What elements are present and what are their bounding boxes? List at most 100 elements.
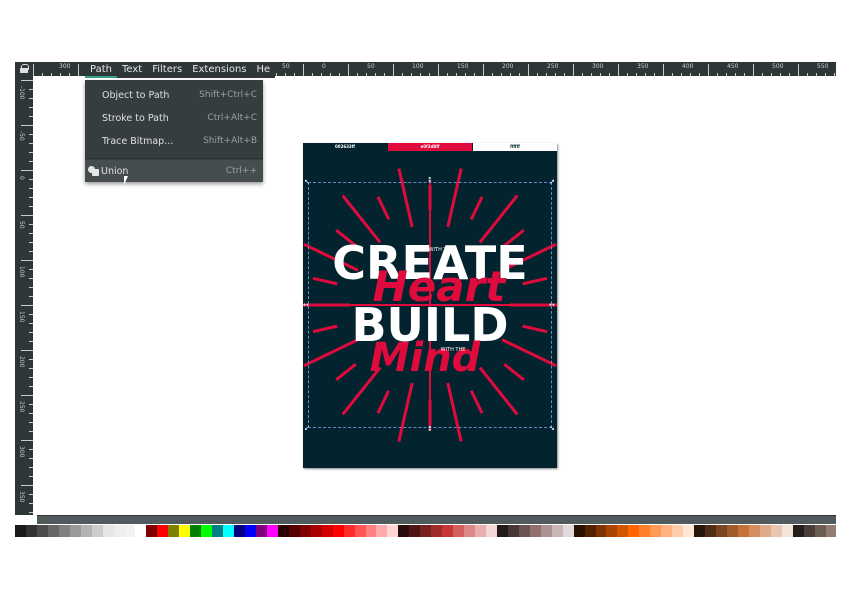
palette-swatch[interactable] [332,525,344,537]
palette-swatch[interactable] [102,525,114,537]
palette-swatch[interactable] [124,525,136,537]
palette-swatch[interactable] [36,525,48,537]
palette-swatch[interactable] [792,525,804,537]
menu-text[interactable]: Text [117,62,147,78]
menu-item-union[interactable]: Union Ctrl++ [85,160,263,182]
palette-swatch[interactable] [803,525,815,537]
palette-swatch[interactable] [737,525,749,537]
palette-swatch[interactable] [759,525,771,537]
palette-swatch[interactable] [672,525,684,537]
palette-swatch[interactable] [387,525,399,537]
palette-swatch[interactable] [705,525,716,537]
scale-handle-s[interactable]: ↕ [427,426,433,433]
menu-item-trace-bitmap[interactable]: Trace Bitmap... Shift+Alt+B [85,130,263,152]
palette-swatch[interactable] [354,525,366,537]
scale-handle-e[interactable]: ↔ [549,302,555,309]
palette-swatch[interactable] [683,525,695,537]
palette-swatch[interactable] [321,525,333,537]
palette-swatch[interactable] [80,525,92,537]
palette-swatch[interactable] [606,525,618,537]
palette-swatch[interactable] [617,525,629,537]
menu-help[interactable]: He [252,62,276,78]
palette-swatch[interactable] [409,525,421,537]
palette-swatch[interactable] [255,525,267,537]
vertical-ruler[interactable]: -100 -50 0 50 100 150 200 250 300 350 [15,76,33,515]
palette-swatch[interactable] [376,525,388,537]
palette-swatch[interactable] [277,525,289,537]
palette-swatch[interactable] [365,525,377,537]
palette-swatch[interactable] [190,525,202,537]
ruler-tick [753,64,754,76]
ruler-tick [636,73,637,76]
palette-swatch[interactable] [157,525,169,537]
palette-swatch[interactable] [310,525,322,537]
menu-item-object-to-path[interactable]: Object to Path Shift+Ctrl+C [85,84,263,106]
palette-swatch[interactable] [781,525,793,537]
scale-handle-nw[interactable]: ↖ [304,179,310,186]
palette-swatch[interactable] [431,525,443,537]
palette-swatch[interactable] [628,525,640,537]
scale-handle-se[interactable]: ↘ [549,425,555,432]
palette-swatch[interactable] [584,525,596,537]
palette-swatch[interactable] [25,525,37,537]
palette-swatch[interactable] [113,525,125,537]
palette-swatch[interactable] [716,525,727,537]
selection-bounding-box[interactable] [308,182,552,428]
menu-filters[interactable]: Filters [147,62,187,78]
lock-icon[interactable] [20,64,29,73]
palette-swatch[interactable] [485,525,497,537]
palette-swatch[interactable] [266,525,278,537]
palette-swatch[interactable] [595,525,607,537]
palette-swatch[interactable] [518,525,530,537]
palette-swatch[interactable] [398,525,410,537]
palette-swatch[interactable] [58,525,70,537]
palette-swatch[interactable] [529,525,541,537]
scale-handle-w[interactable]: ↔ [303,302,309,309]
palette-swatch[interactable] [146,525,158,537]
palette-swatch[interactable] [420,525,432,537]
menu-item-stroke-to-path[interactable]: Stroke to Path Ctrl+Alt+C [85,107,263,129]
scale-handle-n[interactable]: ↕ [427,177,433,184]
palette-swatch[interactable] [748,525,760,537]
palette-swatch[interactable] [179,525,191,537]
palette-swatch[interactable] [661,525,673,537]
palette-swatch[interactable] [15,525,26,537]
palette-swatch[interactable] [299,525,311,537]
palette-swatch[interactable] [694,525,706,537]
palette-swatch[interactable] [212,525,224,537]
palette-swatch[interactable] [442,525,454,537]
palette-swatch[interactable] [562,525,574,537]
palette-swatch[interactable] [507,525,519,537]
palette-swatch[interactable] [650,525,662,537]
palette-swatch[interactable] [245,525,256,537]
palette-swatch[interactable] [47,525,59,537]
palette-swatch[interactable] [475,525,486,537]
palette-swatch[interactable] [573,525,585,537]
color-palette[interactable] [15,525,837,537]
palette-swatch[interactable] [201,525,213,537]
palette-swatch[interactable] [540,525,552,537]
palette-swatch[interactable] [288,525,300,537]
palette-swatch[interactable] [639,525,651,537]
ruler-tick [21,260,33,261]
palette-swatch[interactable] [496,525,508,537]
palette-swatch[interactable] [464,525,476,537]
palette-swatch[interactable] [551,525,563,537]
palette-swatch[interactable] [69,525,81,537]
palette-swatch[interactable] [223,525,235,537]
palette-swatch[interactable] [135,525,147,537]
menu-extensions[interactable]: Extensions [187,62,251,78]
palette-swatch[interactable] [91,525,103,537]
scale-handle-sw[interactable]: ↙ [304,425,310,432]
palette-swatch[interactable] [234,525,246,537]
palette-swatch[interactable] [453,525,465,537]
palette-swatch[interactable] [770,525,782,537]
palette-swatch[interactable] [168,525,180,537]
scale-handle-ne[interactable]: ↗ [549,179,555,186]
palette-swatch[interactable] [726,525,738,537]
palette-swatch[interactable] [825,525,837,537]
palette-swatch[interactable] [343,525,355,537]
horizontal-scrollbar[interactable] [37,515,836,524]
palette-swatch[interactable] [814,525,826,537]
menu-path[interactable]: Path [85,62,117,78]
